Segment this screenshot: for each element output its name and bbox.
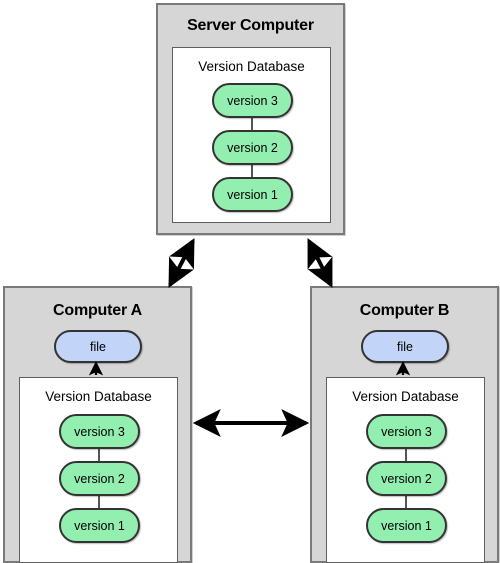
computer-a-version-3-capsule: version 3 (59, 414, 140, 449)
computer-b-version-3-capsule: version 3 (366, 414, 447, 449)
computer-a-version-database-panel: Version Database version 3 version 2 ver… (19, 377, 178, 563)
computer-a-file-capsule: file (54, 330, 142, 363)
computer-b-file-label: file (397, 339, 413, 354)
computer-b-version-2-capsule: version 2 (366, 461, 447, 496)
arrow-server-to-computer-a (168, 238, 195, 288)
computer-b-version-1-label: version 1 (381, 518, 432, 533)
server-version-database-title: Version Database (198, 59, 305, 74)
computer-a-version-2-capsule: version 2 (59, 461, 140, 496)
computer-a-version-1-capsule: version 1 (59, 508, 140, 543)
computer-a-version-1-label: version 1 (74, 518, 125, 533)
server-version-3-capsule: version 3 (212, 83, 293, 118)
server-version-1-label: version 1 (227, 187, 278, 202)
computer-a-file-label: file (90, 339, 106, 354)
computer-b-title: Computer B (359, 302, 450, 319)
computer-a-version-3-label: version 3 (74, 424, 125, 439)
computer-a-box: Computer A file Version Database version… (3, 286, 192, 563)
computer-a-version-2-label: version 2 (74, 471, 125, 486)
arrow-server-to-computer-b (307, 238, 333, 288)
server-version-2-label: version 2 (227, 140, 278, 155)
diagram-canvas: Server Computer Version Database version… (0, 0, 500, 563)
server-version-1-capsule: version 1 (212, 177, 293, 212)
server-version-database-panel: Version Database version 3 version 2 ver… (172, 47, 331, 223)
server-computer-box: Server Computer Version Database version… (156, 3, 345, 235)
computer-b-version-database-title: Version Database (352, 389, 459, 404)
computer-a-version-database-title: Version Database (45, 389, 152, 404)
server-version-3-label: version 3 (227, 93, 278, 108)
computer-b-box: Computer B file Version Database version… (310, 286, 499, 563)
computer-b-version-database-panel: Version Database version 3 version 2 ver… (326, 377, 485, 563)
computer-b-file-capsule: file (361, 330, 449, 363)
server-computer-title: Server Computer (187, 17, 314, 34)
server-version-2-capsule: version 2 (212, 130, 293, 165)
computer-a-title: Computer A (53, 302, 142, 319)
computer-b-version-2-label: version 2 (381, 471, 432, 486)
computer-b-version-1-capsule: version 1 (366, 508, 447, 543)
computer-b-version-3-label: version 3 (381, 424, 432, 439)
